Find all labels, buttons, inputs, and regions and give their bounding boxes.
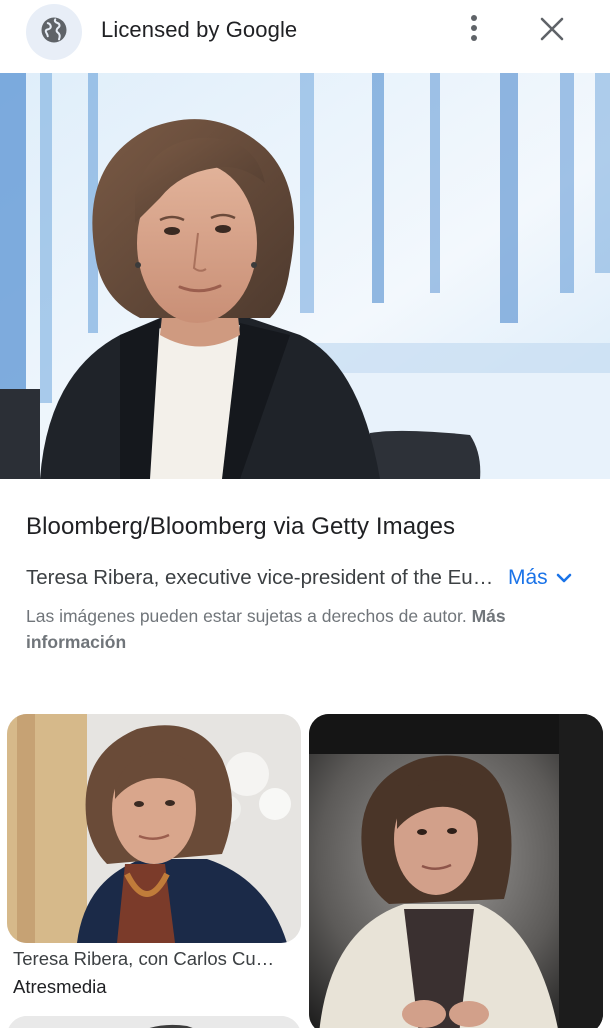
- license-title: Licensed by Google: [101, 17, 298, 42]
- copyright-notice: Las imágenes pueden estar sujetas a dere…: [26, 603, 586, 655]
- image-source-title[interactable]: Bloomberg/Bloomberg via Getty Images: [26, 513, 455, 541]
- related-image-1-title[interactable]: Teresa Ribera, con Carlos Cuerpo: [13, 948, 283, 970]
- top-bar: Licensed by Google: [0, 0, 610, 72]
- close-button[interactable]: [535, 14, 569, 48]
- globe-icon: [39, 15, 69, 50]
- related-image-1[interactable]: [7, 714, 301, 943]
- more-button[interactable]: Más: [508, 566, 572, 590]
- related-image-2[interactable]: [309, 714, 603, 1028]
- chevron-down-icon: [556, 566, 572, 590]
- more-label: Más: [508, 566, 548, 589]
- globe-button[interactable]: [26, 4, 82, 60]
- more-vert-icon: [470, 14, 478, 47]
- related-image-1-source: Atresmedia: [13, 976, 107, 997]
- image-viewer-page: Licensed by Google Bloomberg/Bloomberg v…: [0, 0, 610, 1028]
- related-image-3[interactable]: [7, 1016, 301, 1028]
- main-image[interactable]: [0, 73, 610, 479]
- image-caption: Teresa Ribera, executive vice-president …: [26, 566, 496, 589]
- more-options-button[interactable]: [458, 12, 490, 48]
- copyright-text: Las imágenes pueden estar sujetas a dere…: [26, 606, 467, 626]
- close-icon: [540, 17, 564, 46]
